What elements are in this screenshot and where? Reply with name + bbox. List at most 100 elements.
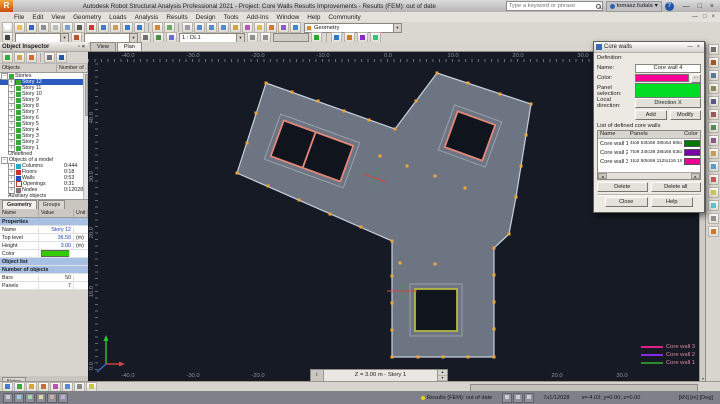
measure-tool-icon[interactable]	[708, 213, 719, 224]
group-object-list[interactable]: Object list	[0, 258, 88, 266]
paste-icon[interactable]	[110, 22, 121, 33]
mesh-tool-icon[interactable]	[708, 200, 719, 211]
chevron-down-icon[interactable]: ▾	[60, 34, 68, 42]
status-snap-icon[interactable]	[3, 393, 13, 403]
property-row-top-level[interactable]: Top level 36.50 (m)	[0, 234, 88, 242]
color-swatch[interactable]	[635, 74, 689, 82]
walls-tool-icon[interactable]	[708, 96, 719, 107]
zoom-window-icon[interactable]	[218, 22, 229, 33]
tools-icon[interactable]	[278, 22, 289, 33]
panel-selection-field[interactable]	[635, 83, 701, 98]
layout-selector[interactable]: Geometry ▾	[304, 23, 402, 33]
open-project-icon[interactable]	[14, 22, 25, 33]
menu-loads[interactable]: Loads	[105, 14, 130, 21]
load-case-selector[interactable]: 1 : DL1 ▾	[179, 33, 245, 43]
results-status[interactable]: Results (FEM): out of date	[421, 395, 492, 401]
modify-button[interactable]: Modify	[670, 110, 702, 120]
bars-tool-icon[interactable]	[708, 57, 719, 68]
inspector-search-icon[interactable]	[44, 52, 55, 63]
inspector-help-icon[interactable]	[56, 52, 67, 63]
tab-plan[interactable]: Plan	[117, 42, 142, 51]
menu-design[interactable]: Design	[192, 14, 220, 21]
panels-tool-icon[interactable]	[708, 70, 719, 81]
table-row[interactable]: Core wall 3 1to2 50to59 112to116 168to	[598, 157, 700, 166]
close-dialog-button[interactable]: Close	[605, 197, 648, 207]
materials-tool-icon[interactable]	[708, 148, 719, 159]
status-mode2-icon[interactable]	[513, 393, 523, 403]
inspector-filter-icon[interactable]	[2, 52, 13, 63]
minimize-button[interactable]: —	[683, 3, 690, 10]
status-mode1-icon[interactable]	[502, 393, 512, 403]
expander-icon[interactable]: −	[1, 157, 8, 164]
mdi-minimize-button[interactable]: —	[692, 14, 698, 20]
status-layers-icon[interactable]	[58, 393, 68, 403]
color-picker-button[interactable]: ...	[691, 74, 701, 83]
delete-all-button[interactable]: Delete all	[651, 182, 702, 192]
column-number[interactable]: Number of ...	[57, 64, 88, 72]
menu-tools[interactable]: Tools	[220, 14, 243, 21]
story-color-swatch[interactable]	[41, 250, 70, 257]
panel-close-icon[interactable]: ×	[81, 44, 86, 50]
help-icon[interactable]: ?	[665, 2, 674, 11]
menu-help[interactable]: Help	[303, 14, 324, 21]
menu-analysis[interactable]: Analysis	[131, 14, 163, 21]
sections-tool-icon[interactable]	[708, 122, 719, 133]
copy-icon[interactable]	[98, 22, 109, 33]
tab-geometry[interactable]: Geometry	[2, 200, 37, 209]
close-button[interactable]: ×	[710, 3, 714, 10]
chevron-down-icon[interactable]: ▾	[236, 34, 244, 42]
inspector-group-icon[interactable]	[26, 52, 37, 63]
maximize-button[interactable]: □	[698, 3, 702, 10]
mdi-restore-button[interactable]: □	[703, 14, 707, 20]
chevron-down-icon[interactable]: ▾	[393, 24, 401, 32]
pan-icon[interactable]	[230, 22, 241, 33]
nodes-tool-icon[interactable]	[708, 44, 719, 55]
menu-addins[interactable]: Add-Ins	[243, 14, 273, 21]
claddings-tool-icon[interactable]	[708, 83, 719, 94]
profiles-tool-icon[interactable]	[708, 135, 719, 146]
user-menu[interactable]: tomasz.fudala ▾	[606, 1, 662, 12]
group-properties[interactable]: Properties	[0, 218, 88, 226]
menu-file[interactable]: File	[10, 14, 28, 21]
tree-item-auxiliary[interactable]: Auxiliary objects	[0, 193, 88, 199]
delete-button[interactable]: Delete	[597, 182, 648, 192]
header-unit[interactable]: Unit	[74, 209, 88, 217]
header-name[interactable]: Name	[0, 209, 39, 217]
property-row-color[interactable]: Color	[0, 250, 88, 258]
calculator-icon[interactable]	[182, 22, 193, 33]
add-button[interactable]: Add	[635, 110, 667, 120]
search-icon[interactable]	[595, 3, 602, 10]
zoom-out-icon[interactable]	[206, 22, 217, 33]
header-value[interactable]: Value	[39, 209, 74, 217]
openings-tool-icon[interactable]	[708, 109, 719, 120]
menu-window[interactable]: Window	[273, 14, 304, 21]
chevron-down-icon[interactable]: ▾	[129, 34, 137, 42]
supports-tool-icon[interactable]	[708, 161, 719, 172]
menu-results[interactable]: Results	[162, 14, 191, 21]
group-number-of-objects[interactable]: Number of objects	[0, 266, 88, 274]
tab-view[interactable]: View	[90, 42, 116, 51]
status-select-icon[interactable]	[25, 393, 35, 403]
delete-icon[interactable]	[86, 22, 97, 33]
loads-tool-icon[interactable]	[708, 187, 719, 198]
menu-view[interactable]: View	[47, 14, 69, 21]
menu-geometry[interactable]: Geometry	[69, 14, 105, 21]
print-preview-icon[interactable]	[50, 22, 61, 33]
status-view-icon[interactable]	[47, 393, 57, 403]
layout-view-icon[interactable]	[290, 22, 301, 33]
releases-tool-icon[interactable]	[708, 174, 719, 185]
menu-community[interactable]: Community	[324, 14, 364, 21]
undo-icon[interactable]	[122, 22, 133, 33]
core-opening-bottom[interactable]	[410, 284, 462, 336]
dialog-minimize-icon[interactable]: —	[685, 44, 695, 50]
print-icon[interactable]	[38, 22, 49, 33]
units-readout[interactable]: [kN] [m] [Deg]	[679, 395, 713, 401]
property-row-panels[interactable]: Panels 7	[0, 282, 88, 290]
menu-edit[interactable]: Edit	[28, 14, 47, 21]
table-row[interactable]: Core wall 2 7to9 34to39 38to56 63to65 J	[598, 148, 700, 157]
status-grid-icon[interactable]	[14, 393, 24, 403]
tab-groups[interactable]: Groups	[38, 200, 65, 209]
column-objects[interactable]: Objects	[0, 64, 57, 72]
property-row-bars[interactable]: Bars 50	[0, 274, 88, 282]
table-row[interactable]: Core wall 1 4to6 53to59 38to54 60to62 1	[598, 139, 700, 148]
